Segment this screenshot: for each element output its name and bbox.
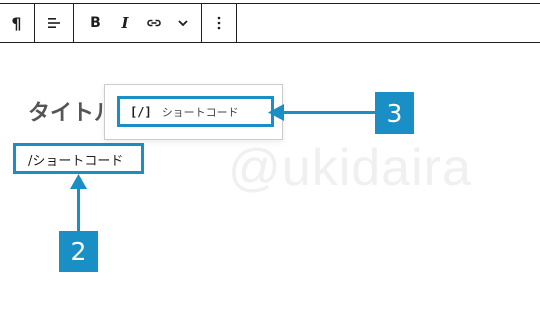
callout-3-arrowhead (268, 104, 284, 121)
shortcode-option-label: ショートコード (161, 105, 239, 119)
bold-button[interactable]: B (78, 4, 113, 42)
callout-2-line (77, 186, 80, 233)
align-button[interactable] (35, 4, 73, 42)
more-formatting-button[interactable] (171, 4, 195, 42)
options-group (202, 4, 237, 42)
block-type-group: ¶ (0, 4, 35, 42)
callout-2-arrowhead (70, 174, 87, 189)
paragraph-block-button[interactable]: ¶ (0, 4, 34, 42)
italic-button[interactable]: I (113, 4, 137, 42)
watermark: @ukidaira (228, 139, 472, 197)
callout-3-number: 3 (386, 98, 403, 128)
callout-2-number: 2 (70, 237, 87, 266)
align-left-icon (48, 18, 60, 28)
align-group (35, 4, 74, 42)
slash-command-paragraph[interactable]: /ショートコード (13, 143, 144, 174)
link-button[interactable] (137, 4, 171, 42)
callout-2-badge: 2 (59, 231, 98, 272)
options-button[interactable] (202, 4, 236, 42)
italic-icon: I (121, 14, 129, 32)
shortcode-block-option[interactable]: [/] ショートコード (117, 96, 274, 127)
format-group: B I (74, 4, 202, 42)
block-toolbar: ¶ B I (0, 3, 540, 43)
shortcode-icon: [/] (130, 104, 152, 119)
block-inserter-popover: [/] ショートコード (104, 84, 283, 140)
link-icon (147, 19, 161, 27)
post-title[interactable]: タイトル (28, 95, 106, 127)
callout-3-badge: 3 (375, 92, 414, 134)
pilcrow-icon: ¶ (11, 13, 22, 33)
chevron-down-icon (178, 20, 188, 27)
more-vertical-icon (217, 16, 221, 30)
callout-3-line (282, 111, 376, 114)
bold-icon: B (90, 15, 101, 31)
